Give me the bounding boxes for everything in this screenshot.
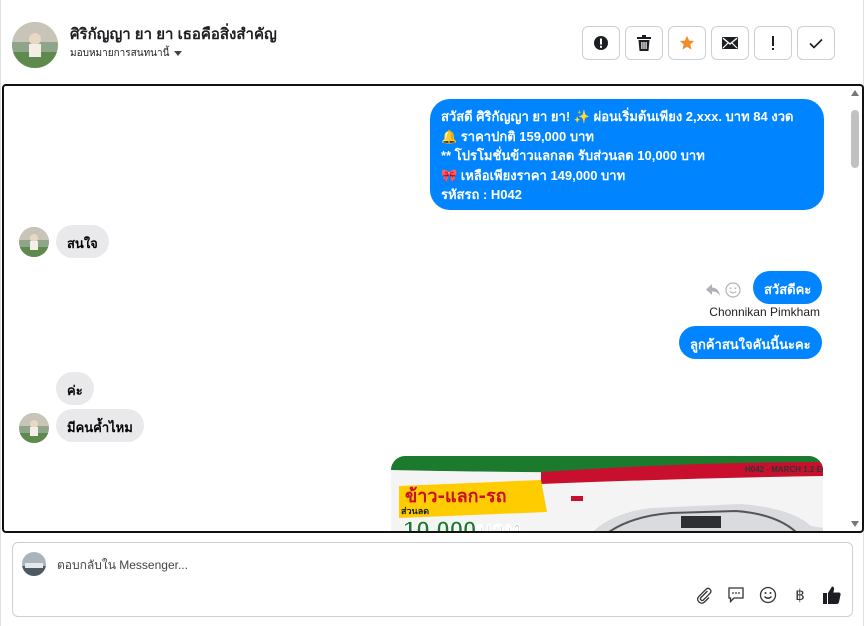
baht-icon: ฿ xyxy=(795,586,805,604)
incoming-message[interactable]: มีคนค้ำไหม xyxy=(56,409,144,442)
exclamation-icon xyxy=(772,36,774,50)
contact-avatar-small xyxy=(19,413,49,443)
payment-button[interactable]: ฿ xyxy=(789,584,811,606)
composer-tools: ฿ xyxy=(693,584,843,606)
promo-line: สวัสดี ศิริกัญญา ยา ยา! ✨ ผ่อนเริ่มต้นเพ… xyxy=(441,109,794,124)
envelope-icon xyxy=(722,37,738,49)
delete-button[interactable] xyxy=(625,26,663,60)
scroll-thumb[interactable] xyxy=(851,110,859,168)
reply-composer: ฿ xyxy=(12,542,853,617)
promo-message-bubble[interactable]: สวัสดี ศิริกัญญา ยา ยา! ✨ ผ่อนเริ่มต้นเพ… xyxy=(430,99,824,210)
promo-image-attachment[interactable]: H042 - MARCH 1.2 EL AT ข้าว-แลก-รถ ส่วนล… xyxy=(391,456,823,533)
outgoing-message[interactable]: ลูกค้าสนใจคันนี้นะคะ xyxy=(679,326,822,359)
promo-code-text: H042 - MARCH 1.2 EL AT xyxy=(745,465,823,474)
assign-conversation-dropdown[interactable]: มอบหมายการสนทนานี้ xyxy=(70,46,183,61)
page-avatar xyxy=(22,552,46,576)
promo-line: ** โปรโมชั่นข้าวแลกลด รับส่วนลด 10,000 บ… xyxy=(441,148,705,163)
attach-button[interactable] xyxy=(693,584,715,606)
promo-line: 🔔 ราคาปกติ 159,000 บาท xyxy=(441,128,594,144)
check-icon xyxy=(809,38,823,49)
trash-icon xyxy=(637,35,651,51)
outgoing-message[interactable]: สวัสดีคะ xyxy=(753,271,823,304)
incoming-message[interactable]: สนใจ xyxy=(56,225,109,258)
promo-line: รหัสรถ : H042 xyxy=(441,187,522,202)
mark-done-button[interactable] xyxy=(797,26,835,60)
mark-spam-button[interactable] xyxy=(582,26,620,60)
message-input[interactable] xyxy=(57,555,657,575)
promo-headline: ข้าว-แลก-รถ xyxy=(405,486,507,507)
like-button[interactable] xyxy=(821,584,843,606)
paperclip-icon xyxy=(696,587,712,604)
promo-discount-amount: 10,000บาท xyxy=(403,517,521,533)
incoming-message[interactable]: ค่ะ xyxy=(56,372,94,405)
thread-scrollbar[interactable] xyxy=(848,86,862,531)
emoji-button[interactable] xyxy=(757,584,779,606)
header-actions xyxy=(582,26,835,60)
sender-name: Chonnikan Pimkham xyxy=(709,305,820,319)
star-button[interactable] xyxy=(668,26,706,60)
message-actions xyxy=(705,282,741,298)
emoji-icon xyxy=(759,586,777,604)
follow-up-button[interactable] xyxy=(754,26,792,60)
message-thread[interactable]: สวัสดี ศิริกัญญา ยา ยา! ✨ ผ่อนเริ่มต้นเพ… xyxy=(2,84,864,533)
saved-replies-button[interactable] xyxy=(725,584,747,606)
thumbs-up-icon xyxy=(823,586,841,604)
conversation-header: ศิริกัญญา ยา ยา เธอคือสิ่งสำคัญ มอบหมายก… xyxy=(1,0,864,84)
alert-circle-icon xyxy=(594,36,608,50)
reply-icon[interactable] xyxy=(705,283,721,297)
saved-reply-icon xyxy=(728,587,744,604)
contact-avatar[interactable] xyxy=(12,22,58,68)
promo-discount-label: ส่วนลด xyxy=(401,506,429,517)
contact-name: ศิริกัญญา ยา ยา เธอคือสิ่งสำคัญ xyxy=(70,26,277,43)
caret-down-icon xyxy=(174,51,183,56)
promo-image: H042 - MARCH 1.2 EL AT ข้าว-แลก-รถ ส่วนล… xyxy=(391,456,823,533)
scroll-down-arrow-icon[interactable] xyxy=(851,521,859,527)
messenger-conversation-panel: ศิริกัญญา ยา ยา เธอคือสิ่งสำคัญ มอบหมายก… xyxy=(0,0,864,626)
emoji-react-icon[interactable] xyxy=(725,282,741,298)
mark-unread-button[interactable] xyxy=(711,26,749,60)
promo-line: 🎀 เหลือเพียงราคา 149,000 บาท xyxy=(441,167,626,183)
assign-label: มอบหมายการสนทนานี้ xyxy=(70,48,170,59)
star-icon xyxy=(679,35,695,50)
scroll-up-arrow-icon[interactable] xyxy=(851,90,859,96)
contact-avatar-small xyxy=(19,227,49,257)
